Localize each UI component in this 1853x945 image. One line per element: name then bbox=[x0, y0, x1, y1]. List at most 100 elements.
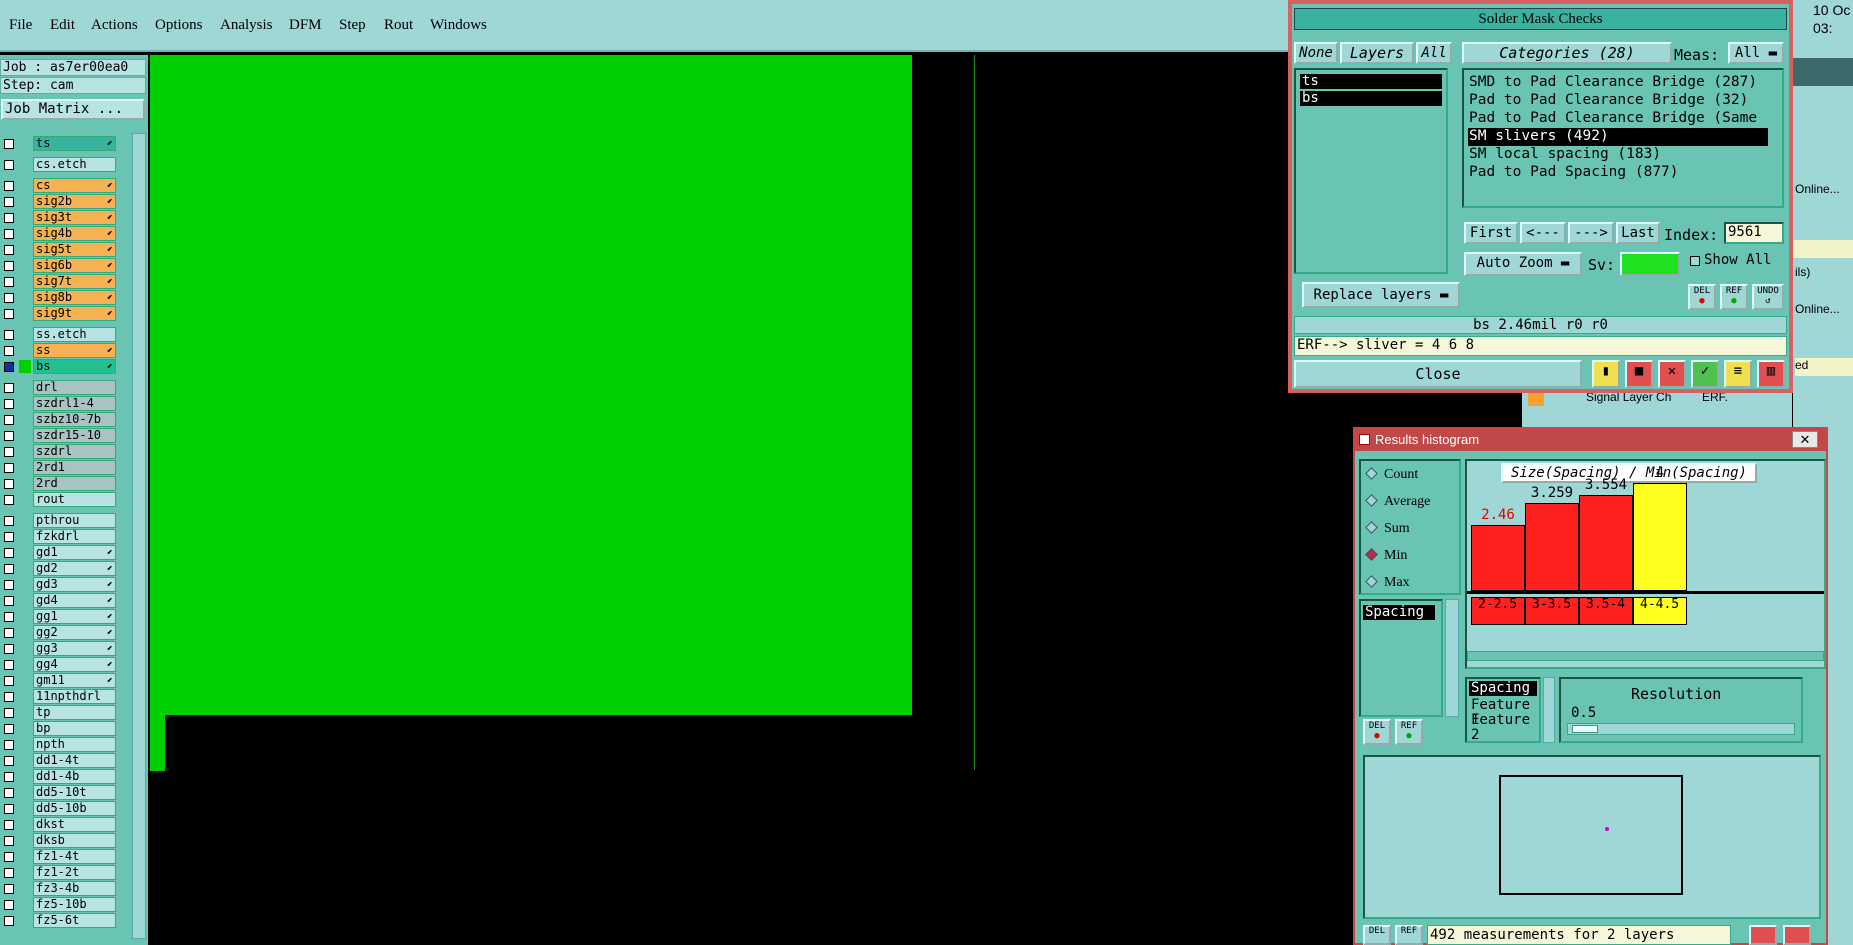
categories-tab[interactable]: Categories (28) bbox=[1462, 42, 1672, 64]
layer-name[interactable]: 2rd bbox=[33, 476, 116, 491]
layer-row-gg2[interactable]: gg2 ⬋ bbox=[0, 625, 118, 640]
layer-name[interactable]: sig2b ⬋ bbox=[33, 194, 116, 209]
layer-affected-checkbox[interactable] bbox=[4, 516, 14, 526]
layer-row-fz5-10b[interactable]: fz5-10b bbox=[0, 897, 118, 912]
menu-dfm[interactable]: DFM bbox=[289, 17, 322, 34]
check-tool-icon[interactable]: ✓ bbox=[1691, 360, 1719, 388]
measure-item-spacing[interactable]: Spacing bbox=[1363, 605, 1435, 620]
layer-name[interactable]: gd3 ⬋ bbox=[33, 577, 116, 592]
layer-display-color[interactable] bbox=[19, 360, 31, 373]
layer-name[interactable]: ts ⬋ bbox=[33, 136, 116, 151]
layer-row-sig8b[interactable]: sig8b ⬋ bbox=[0, 290, 118, 305]
layer-name[interactable]: fz3-4b bbox=[33, 881, 116, 896]
layer-affected-checkbox[interactable] bbox=[4, 884, 14, 894]
layer-name[interactable]: sig4b ⬋ bbox=[33, 226, 116, 241]
layer-affected-checkbox[interactable] bbox=[4, 756, 14, 766]
layer-name[interactable]: bs ⬋ bbox=[33, 359, 116, 374]
footer-ref-button[interactable]: REF bbox=[1395, 925, 1423, 945]
layer-name[interactable]: tp bbox=[33, 705, 116, 720]
layer-name[interactable]: dd1-4b bbox=[33, 769, 116, 784]
layer-name[interactable]: gd4 ⬋ bbox=[33, 593, 116, 608]
layers-list[interactable]: ts bs bbox=[1294, 68, 1448, 274]
layer-affected-checkbox[interactable] bbox=[4, 463, 14, 473]
layer-row-ss.etch[interactable]: ss.etch bbox=[0, 327, 118, 342]
layer-affected-checkbox[interactable] bbox=[4, 788, 14, 798]
layer-affected-checkbox[interactable] bbox=[4, 916, 14, 926]
layer-row-dd5-10b[interactable]: dd5-10b bbox=[0, 801, 118, 816]
layer-affected-checkbox[interactable] bbox=[4, 160, 14, 170]
replace-layers-dropdown[interactable]: Replace layers ▬ bbox=[1302, 282, 1460, 308]
layer-row-fz1-2t[interactable]: fz1-2t bbox=[0, 865, 118, 880]
layer-affected-checkbox[interactable] bbox=[4, 708, 14, 718]
hist-del-button[interactable]: DEL ● bbox=[1363, 719, 1391, 745]
layer-name[interactable]: dd5-10t bbox=[33, 785, 116, 800]
layer-row-fz1-4t[interactable]: fz1-4t bbox=[0, 849, 118, 864]
radio-min[interactable]: Min bbox=[1365, 548, 1407, 566]
layer-affected-checkbox[interactable] bbox=[4, 644, 14, 654]
close-button[interactable]: Close bbox=[1294, 360, 1582, 388]
layer-row-11npthdrl[interactable]: 11npthdrl bbox=[0, 689, 118, 704]
chart-tool-icon[interactable]: ▥ bbox=[1757, 360, 1785, 388]
field-list-scrollbar[interactable] bbox=[1543, 677, 1555, 743]
show-all-checkbox[interactable] bbox=[1690, 256, 1700, 266]
layer-affected-checkbox[interactable] bbox=[4, 447, 14, 457]
layer-name[interactable]: 2rd1 bbox=[33, 460, 116, 475]
layer-affected-checkbox[interactable] bbox=[4, 197, 14, 207]
layer-row-gd2[interactable]: gd2 ⬋ bbox=[0, 561, 118, 576]
field-item-spacing[interactable]: Spacing bbox=[1469, 681, 1537, 696]
layer-row-2rd1[interactable]: 2rd1 bbox=[0, 460, 118, 475]
layer-affected-checkbox[interactable] bbox=[4, 229, 14, 239]
layer-list-scrollbar[interactable] bbox=[132, 133, 146, 939]
layer-row-szbz10-7b[interactable]: szbz10-7b bbox=[0, 412, 118, 427]
category-item[interactable]: Pad to Pad Clearance Bridge (32) bbox=[1468, 92, 1768, 110]
chart-footer-icon-2[interactable] bbox=[1783, 925, 1811, 945]
layer-name[interactable]: fz1-4t bbox=[33, 849, 116, 864]
layer-row-dd1-4b[interactable]: dd1-4b bbox=[0, 769, 118, 784]
layer-affected-checkbox[interactable] bbox=[4, 277, 14, 287]
layer-item-ts[interactable]: ts bbox=[1300, 74, 1442, 89]
slider-thumb[interactable] bbox=[1572, 725, 1598, 733]
layer-affected-checkbox[interactable] bbox=[4, 628, 14, 638]
layer-affected-checkbox[interactable] bbox=[4, 724, 14, 734]
layer-affected-checkbox[interactable] bbox=[4, 495, 14, 505]
menu-analysis[interactable]: Analysis bbox=[220, 17, 273, 34]
auto-zoom-dropdown[interactable]: Auto Zoom ▬ bbox=[1464, 252, 1582, 276]
layer-name[interactable]: dd5-10b bbox=[33, 801, 116, 816]
layer-name[interactable]: dkst bbox=[33, 817, 116, 832]
layer-row-bp[interactable]: bp bbox=[0, 721, 118, 736]
layer-name[interactable]: szdr15-10 bbox=[33, 428, 116, 443]
field-list[interactable]: Spacing Feature 1 Feature 2 bbox=[1465, 677, 1541, 743]
layer-affected-checkbox[interactable] bbox=[4, 692, 14, 702]
exclude-tool-icon[interactable]: ✕ bbox=[1658, 360, 1686, 388]
hist-ref-button[interactable]: REF ● bbox=[1395, 719, 1423, 745]
layer-affected-checkbox[interactable] bbox=[4, 139, 14, 149]
layer-name[interactable]: fz5-10b bbox=[33, 897, 116, 912]
layer-row-sig7t[interactable]: sig7t ⬋ bbox=[0, 274, 118, 289]
layer-row-sig6b[interactable]: sig6b ⬋ bbox=[0, 258, 118, 273]
layer-name[interactable]: gd1 ⬋ bbox=[33, 545, 116, 560]
layer-name[interactable]: gd2 ⬋ bbox=[33, 561, 116, 576]
none-button[interactable]: None bbox=[1294, 42, 1338, 64]
layer-name[interactable]: sig9t ⬋ bbox=[33, 306, 116, 321]
layer-row-gm11[interactable]: gm11 ⬋ bbox=[0, 673, 118, 688]
layer-row-gd4[interactable]: gd4 ⬋ bbox=[0, 593, 118, 608]
layer-affected-checkbox[interactable] bbox=[4, 399, 14, 409]
layer-row-pthrou[interactable]: pthrou bbox=[0, 513, 118, 528]
layer-affected-checkbox[interactable] bbox=[4, 362, 14, 372]
layer-name[interactable]: dd1-4t bbox=[33, 753, 116, 768]
layer-affected-checkbox[interactable] bbox=[4, 804, 14, 814]
layer-name[interactable]: szdrl1-4 bbox=[33, 396, 116, 411]
layer-affected-checkbox[interactable] bbox=[4, 309, 14, 319]
category-range-label[interactable]: 3.5-4 bbox=[1579, 597, 1633, 625]
layer-row-sig4b[interactable]: sig4b ⬋ bbox=[0, 226, 118, 241]
layer-row-sig2b[interactable]: sig2b ⬋ bbox=[0, 194, 118, 209]
layer-affected-checkbox[interactable] bbox=[4, 612, 14, 622]
layer-affected-checkbox[interactable] bbox=[4, 868, 14, 878]
meas-dropdown[interactable]: All ▬ bbox=[1728, 42, 1784, 64]
footer-del-button[interactable]: DEL bbox=[1363, 925, 1391, 945]
layer-name[interactable]: dksb bbox=[33, 833, 116, 848]
category-item[interactable]: Pad to Pad Spacing (877) bbox=[1468, 164, 1768, 182]
layer-row-2rd[interactable]: 2rd bbox=[0, 476, 118, 491]
layer-name[interactable]: fz5-6t bbox=[33, 913, 116, 928]
layer-row-gd1[interactable]: gd1 ⬋ bbox=[0, 545, 118, 560]
